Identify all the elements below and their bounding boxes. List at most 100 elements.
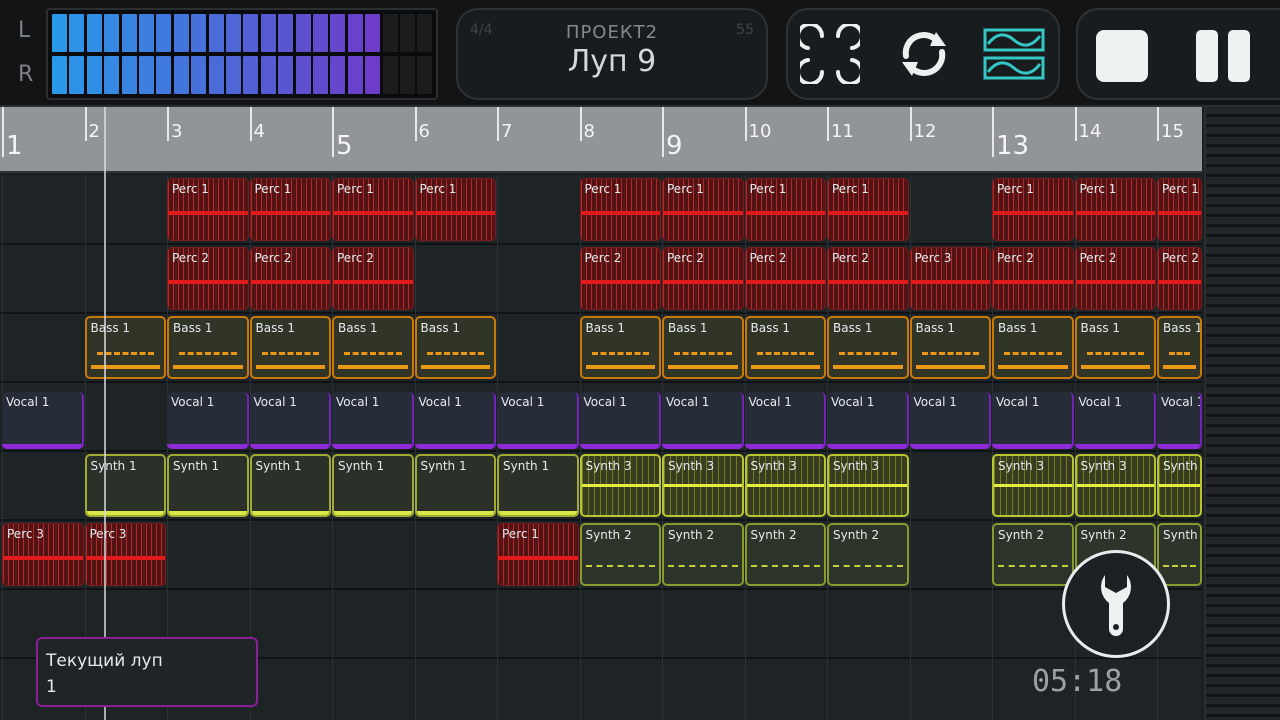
clip-mixed[interactable]: Synth 2: [579, 523, 661, 586]
clip-label: Synth 3: [750, 459, 797, 473]
clip-perc2[interactable]: Perc 2: [1074, 247, 1156, 310]
clip-perc1[interactable]: Perc 1: [662, 178, 744, 241]
clip-mixed[interactable]: Synth 2: [744, 523, 826, 586]
clip-mixed[interactable]: Synth 2: [992, 523, 1074, 586]
clip-synth[interactable]: Synth 3: [1074, 454, 1156, 517]
clip-perc1[interactable]: Perc 1: [579, 178, 661, 241]
pause-button[interactable]: [1196, 30, 1250, 82]
clip-bass[interactable]: Bass 1: [167, 316, 249, 379]
current-loop-title: Текущий луп: [46, 651, 163, 671]
clip-perc2[interactable]: Perc 2: [332, 247, 414, 310]
clip-perc1[interactable]: Perc 1: [992, 178, 1074, 241]
clip-perc2[interactable]: Perc 2: [249, 247, 331, 310]
clip-perc2[interactable]: Perc 2: [167, 247, 249, 310]
clip-bass[interactable]: Bass 1: [332, 316, 414, 379]
clip-bass[interactable]: Bass 1: [579, 316, 661, 379]
track-divider: [0, 312, 1202, 314]
clip-perc1[interactable]: Perc 1: [414, 178, 496, 241]
clip-synth[interactable]: Synth 1: [332, 454, 414, 517]
clip-perc1[interactable]: Perc 1: [249, 178, 331, 241]
clip-synth[interactable]: Synth 3: [662, 454, 744, 517]
clip-perc2[interactable]: Perc 2: [744, 247, 826, 310]
clip-vocal[interactable]: Vocal 1: [332, 392, 414, 449]
clip-bass[interactable]: Bass 1: [249, 316, 331, 379]
clip-synth[interactable]: Synth 1: [414, 454, 496, 517]
clip-label: Synth 1: [503, 459, 550, 473]
clip-vocal[interactable]: Vocal 1: [1074, 392, 1156, 449]
clip-bass[interactable]: Bass 1: [744, 316, 826, 379]
meter-left-segment: [52, 14, 67, 52]
clip-bass[interactable]: Bass 1: [662, 316, 744, 379]
meter-right-segment: [260, 56, 276, 94]
clip-label: Vocal 1: [171, 395, 215, 409]
clip-vocal[interactable]: Vocal 1: [662, 392, 744, 449]
clip-vocal[interactable]: Vocal 1: [167, 392, 249, 449]
meter-right-segment: [139, 56, 154, 94]
clip-perc1[interactable]: Perc 1: [332, 178, 414, 241]
clip-perc2[interactable]: Perc 2: [579, 247, 661, 310]
clip-perc2[interactable]: Perc 2: [827, 247, 909, 310]
waveform-button[interactable]: [980, 22, 1048, 86]
clip-synth[interactable]: Synth 3: [1157, 454, 1202, 517]
clip-perc1[interactable]: Perc 1: [1157, 178, 1202, 241]
clip-synth[interactable]: Synth 1: [497, 454, 579, 517]
clip-synth[interactable]: Synth 3: [827, 454, 909, 517]
clip-perc2[interactable]: Perc 2: [992, 247, 1074, 310]
clip-mixed[interactable]: Perc 1: [497, 523, 579, 586]
clip-synth[interactable]: Synth 1: [84, 454, 166, 517]
clip-bass[interactable]: Bass 1: [1074, 316, 1156, 379]
ruler-tick: [84, 107, 87, 141]
clip-vocal[interactable]: Vocal 1: [579, 392, 661, 449]
clip-synth[interactable]: Synth 3: [744, 454, 826, 517]
clip-vocal[interactable]: Vocal 1: [909, 392, 991, 449]
clip-synth[interactable]: Synth 1: [167, 454, 249, 517]
clip-mixed[interactable]: Synth 2: [1157, 523, 1202, 586]
clip-vocal[interactable]: Vocal 1: [414, 392, 496, 449]
ruler-tick: [827, 107, 829, 141]
clip-bass[interactable]: Bass 1: [414, 316, 496, 379]
clip-vocal[interactable]: Vocal 1: [249, 392, 331, 449]
clip-mixed[interactable]: Synth 2: [827, 523, 909, 586]
playhead[interactable]: [104, 107, 106, 720]
clip-vocal[interactable]: Vocal 1: [1157, 392, 1202, 449]
clip-synth[interactable]: Synth 3: [579, 454, 661, 517]
clip-perc1[interactable]: Perc 1: [827, 178, 909, 241]
clip-perc2[interactable]: Perc 2: [662, 247, 744, 310]
project-info-panel[interactable]: 4/4 55 ПРОЕКТ2 Луп 9: [456, 8, 768, 100]
clip-mixed[interactable]: Synth 2: [662, 523, 744, 586]
meter-right-segment: [208, 56, 224, 94]
clip-vocal[interactable]: Vocal 1: [827, 392, 909, 449]
clip-bass[interactable]: Bass 1: [827, 316, 909, 379]
clip-synth[interactable]: Synth 3: [992, 454, 1074, 517]
clip-perc1[interactable]: Perc 1: [744, 178, 826, 241]
clip-vocal[interactable]: Vocal 1: [497, 392, 579, 449]
clip-bass[interactable]: Bass 1: [84, 316, 166, 379]
clip-label: Bass 1: [750, 321, 791, 335]
clip-vocal[interactable]: Vocal 1: [744, 392, 826, 449]
vertical-scrollbar[interactable]: [1204, 107, 1280, 720]
clip-bass[interactable]: Bass 1: [1157, 316, 1202, 379]
refresh-button[interactable]: [890, 22, 958, 86]
clip-label: Perc 2: [749, 251, 787, 265]
clip-perc2[interactable]: Perc 3: [909, 247, 991, 310]
clip-mixed[interactable]: Perc 3: [2, 523, 84, 586]
meter-left-segment: [295, 14, 311, 52]
clip-perc2[interactable]: Perc 2: [1157, 247, 1202, 310]
stop-button[interactable]: [1096, 30, 1148, 82]
loop-mode-button[interactable]: [796, 22, 864, 86]
settings-button[interactable]: [1062, 550, 1170, 658]
clip-label: Synth 3: [585, 459, 632, 473]
clip-perc1[interactable]: Perc 1: [1074, 178, 1156, 241]
clip-vocal[interactable]: Vocal 1: [992, 392, 1074, 449]
clip-synth[interactable]: Synth 1: [249, 454, 331, 517]
clip-label: Perc 3: [89, 527, 127, 541]
meter-right-segment: [173, 56, 189, 94]
bar-ruler[interactable]: 1 2 3 4 5 6 7 8 9 10 11 12 13 14 15: [0, 107, 1202, 173]
clip-bass[interactable]: Bass 1: [909, 316, 991, 379]
clip-label: Perc 2: [1162, 251, 1199, 265]
clip-perc1[interactable]: Perc 1: [167, 178, 249, 241]
ruler-tick: [909, 107, 912, 141]
clip-mixed[interactable]: Perc 3: [84, 523, 166, 586]
clip-bass[interactable]: Bass 1: [992, 316, 1074, 379]
clip-vocal[interactable]: Vocal 1: [2, 392, 84, 449]
